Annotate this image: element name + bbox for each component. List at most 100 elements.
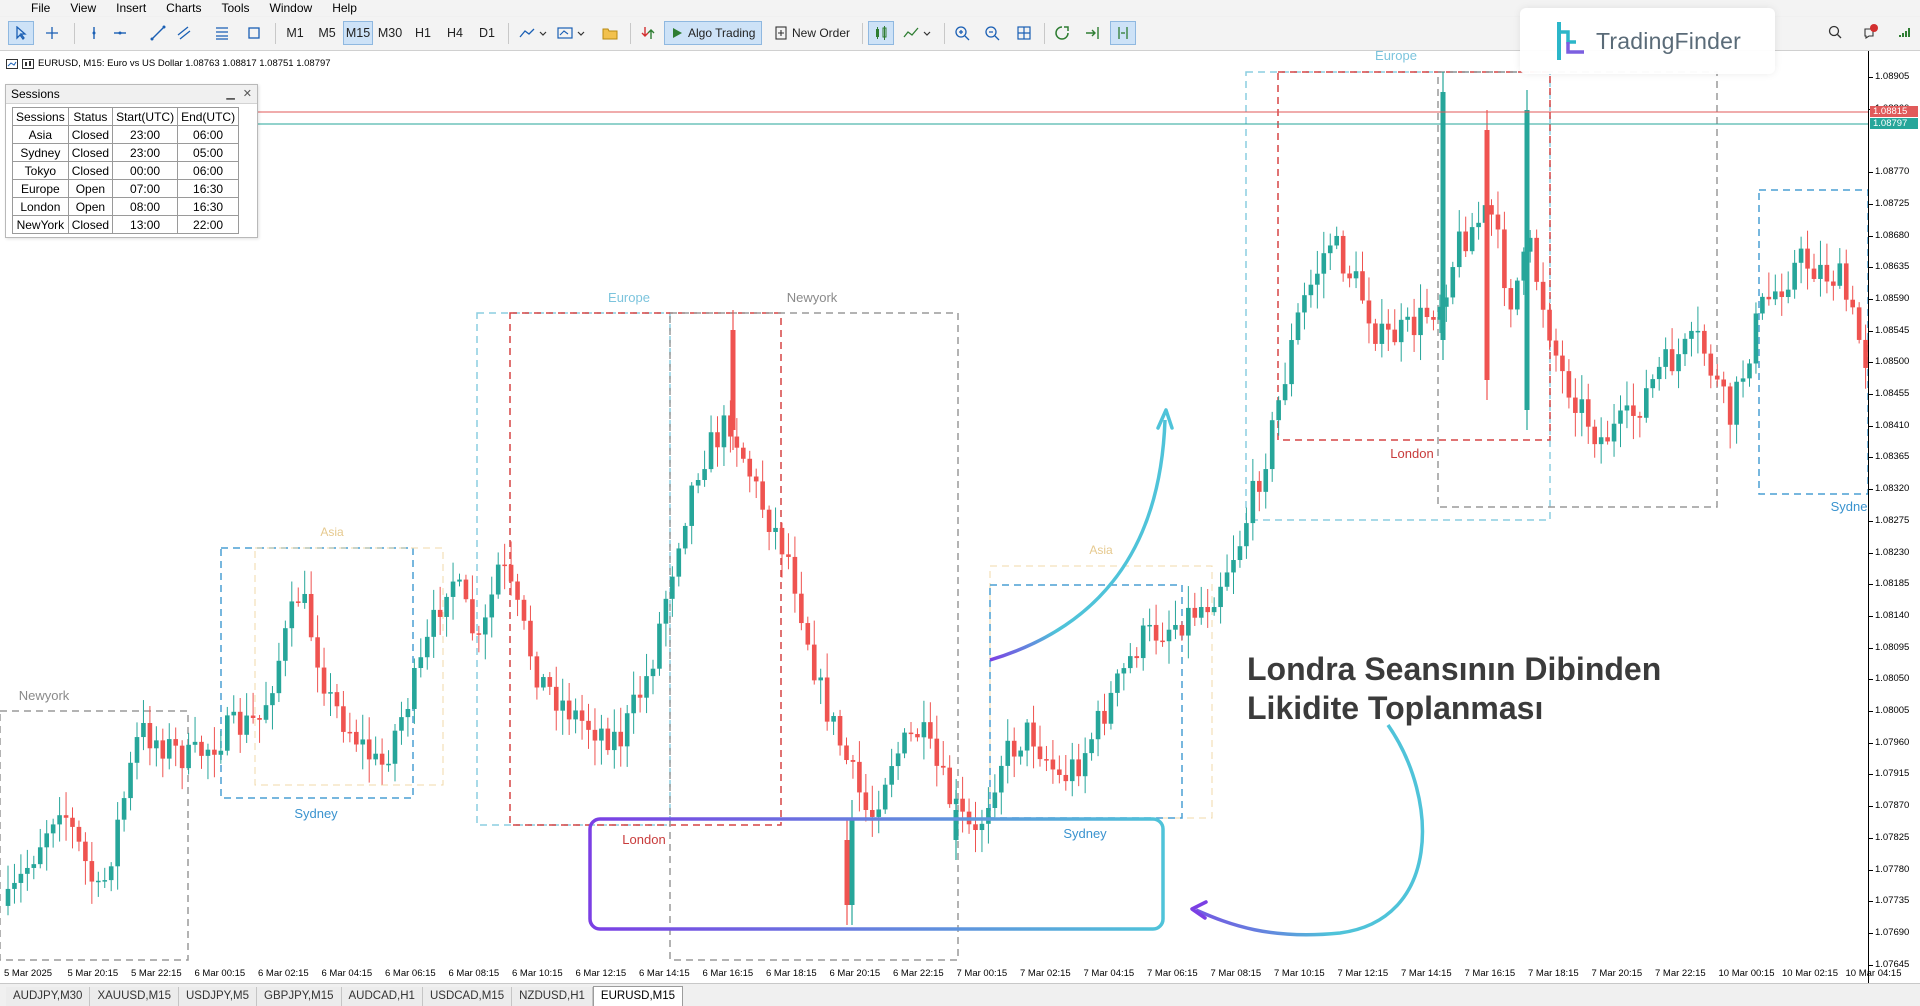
menu-help[interactable]: Help — [322, 0, 367, 16]
minimize-icon[interactable]: ▁ — [226, 87, 234, 100]
time-tick: 7 Mar 10:15 — [1274, 968, 1325, 979]
price-chart[interactable]: NewyorkAsiaSydneyEurope NewyorkLondonAsia… — [0, 51, 1868, 962]
chart-type-icon[interactable] — [516, 21, 550, 45]
candle-body — [960, 798, 965, 812]
annotation-line-1: Londra Seansının Dibinden — [1247, 651, 1662, 687]
candle-body — [902, 732, 907, 754]
tab-gbpjpy[interactable]: GBPJPY,M15 — [257, 987, 342, 1006]
tab-audjpy[interactable]: AUDJPY,M30 — [6, 987, 91, 1006]
horizontal-line-icon[interactable] — [110, 21, 130, 45]
time-axis[interactable]: 5 Mar 2025 5 Mar 20:15 5 Mar 22:15 6 Mar 00… — [0, 962, 1901, 982]
fibonacci-icon[interactable] — [210, 21, 234, 45]
candle-body — [1224, 572, 1230, 587]
session-end: 16:30 — [177, 179, 240, 198]
session-name: NewYork — [12, 215, 69, 234]
candlesticks-icon[interactable] — [868, 21, 894, 45]
candle-body — [1037, 746, 1043, 760]
crosshair-icon[interactable] — [40, 21, 64, 45]
sessions-panel-header[interactable]: Sessions ▁ ✕ — [6, 85, 257, 104]
folder-icon[interactable] — [598, 21, 622, 45]
timeframe-h4[interactable]: H4 — [440, 21, 470, 45]
candle-body — [392, 730, 398, 764]
channel-icon[interactable] — [172, 21, 196, 45]
time-tick: 6 Mar 22:15 — [893, 968, 944, 979]
candle-body — [1276, 400, 1281, 421]
candle-body — [399, 717, 404, 731]
candle-body — [657, 623, 662, 669]
candle-body — [940, 765, 946, 768]
candle-body — [708, 432, 714, 470]
candle-body — [1843, 263, 1849, 300]
timeframe-m30[interactable]: M30 — [375, 21, 405, 45]
candle-body — [1650, 379, 1656, 389]
candle-body — [1373, 323, 1378, 344]
notifications-icon[interactable] — [1862, 24, 1878, 43]
period-separators-icon[interactable] — [1110, 21, 1136, 45]
chart-shift-icon[interactable] — [1080, 21, 1104, 45]
signal-icon[interactable] — [1898, 25, 1914, 42]
new-order-button[interactable]: New Order — [768, 21, 857, 45]
tab-xauusd[interactable]: XAUUSD,M15 — [90, 987, 179, 1006]
candle-body — [579, 710, 585, 721]
tab-eurusd[interactable]: EURUSD,M15 — [592, 986, 684, 1006]
candle-body — [31, 864, 37, 868]
candle-body — [592, 729, 598, 741]
autoscroll-icon[interactable] — [1050, 21, 1074, 45]
time-tick: 6 Mar 02:15 — [258, 968, 309, 979]
timeframe-d1[interactable]: D1 — [472, 21, 502, 45]
cursor-tool-icon[interactable] — [8, 21, 34, 45]
up-arrow-curve — [989, 419, 1167, 662]
candle-body — [237, 711, 243, 735]
tab-nzdusd[interactable]: NZDUSD,H1 — [512, 987, 593, 1006]
menu-tools[interactable]: Tools — [212, 0, 260, 16]
session-name: Europe — [12, 179, 69, 198]
candle-body — [1379, 323, 1385, 344]
candle-body — [1244, 523, 1249, 547]
menu-window[interactable]: Window — [260, 0, 323, 16]
menu-view[interactable]: View — [60, 0, 106, 16]
price-tick: 1.07825 — [1868, 831, 1910, 843]
timeframe-h1[interactable]: H1 — [408, 21, 438, 45]
timeframe-m5[interactable]: M5 — [312, 21, 342, 45]
menu-insert[interactable]: Insert — [106, 0, 156, 16]
vertical-line-icon[interactable] — [84, 21, 104, 45]
line-chart-icon[interactable] — [900, 21, 934, 45]
time-tick: 7 Mar 06:15 — [1147, 968, 1198, 979]
timeframe-m1[interactable]: M1 — [280, 21, 310, 45]
time-tick: 6 Mar 10:15 — [512, 968, 563, 979]
candle-body — [1785, 289, 1791, 298]
session-box-newyork — [1437, 71, 1718, 508]
candle-body — [921, 722, 927, 738]
candle-body — [973, 824, 978, 831]
zoom-in-icon[interactable] — [950, 21, 974, 45]
tab-usdjpy[interactable]: USDJPY,M5 — [178, 987, 258, 1006]
candle-body — [63, 815, 69, 818]
tab-audcad[interactable]: AUDCAD,H1 — [341, 987, 423, 1006]
candle-body — [1695, 330, 1701, 333]
session-box-london — [1277, 71, 1551, 441]
time-tick: 6 Mar 12:15 — [575, 968, 627, 979]
market-watch-icon[interactable] — [636, 21, 660, 45]
price-tick: 1.08905 — [1868, 71, 1910, 82]
tab-usdcad[interactable]: USDCAD,M15 — [422, 987, 513, 1006]
menu-charts[interactable]: Charts — [156, 0, 211, 16]
candle-body — [1250, 480, 1256, 524]
time-tick: 6 Mar 04:15 — [321, 968, 373, 979]
algo-trading-button[interactable]: Algo Trading — [664, 21, 763, 45]
candle-body — [412, 668, 417, 709]
candle-body — [1766, 296, 1772, 300]
shapes-icon[interactable] — [242, 21, 266, 45]
price-axis[interactable]: 1.089051.088601.087701.087251.086801.086… — [1868, 51, 1920, 983]
close-icon[interactable]: ✕ — [243, 87, 252, 100]
candle-body — [1708, 353, 1714, 376]
grid-icon[interactable] — [1012, 21, 1036, 45]
search-icon[interactable] — [1828, 25, 1842, 42]
menu-file[interactable]: File — [0, 0, 60, 16]
trendline-icon[interactable] — [146, 21, 170, 45]
indicators-icon[interactable] — [554, 21, 588, 45]
timeframe-m15[interactable]: M15 — [343, 21, 373, 45]
zoom-out-icon[interactable] — [980, 21, 1004, 45]
candle-body — [444, 596, 449, 617]
annotation-line-2: Likidite Toplanması — [1247, 690, 1544, 726]
session-label-sydney-cut: Sydne — [1831, 499, 1868, 514]
